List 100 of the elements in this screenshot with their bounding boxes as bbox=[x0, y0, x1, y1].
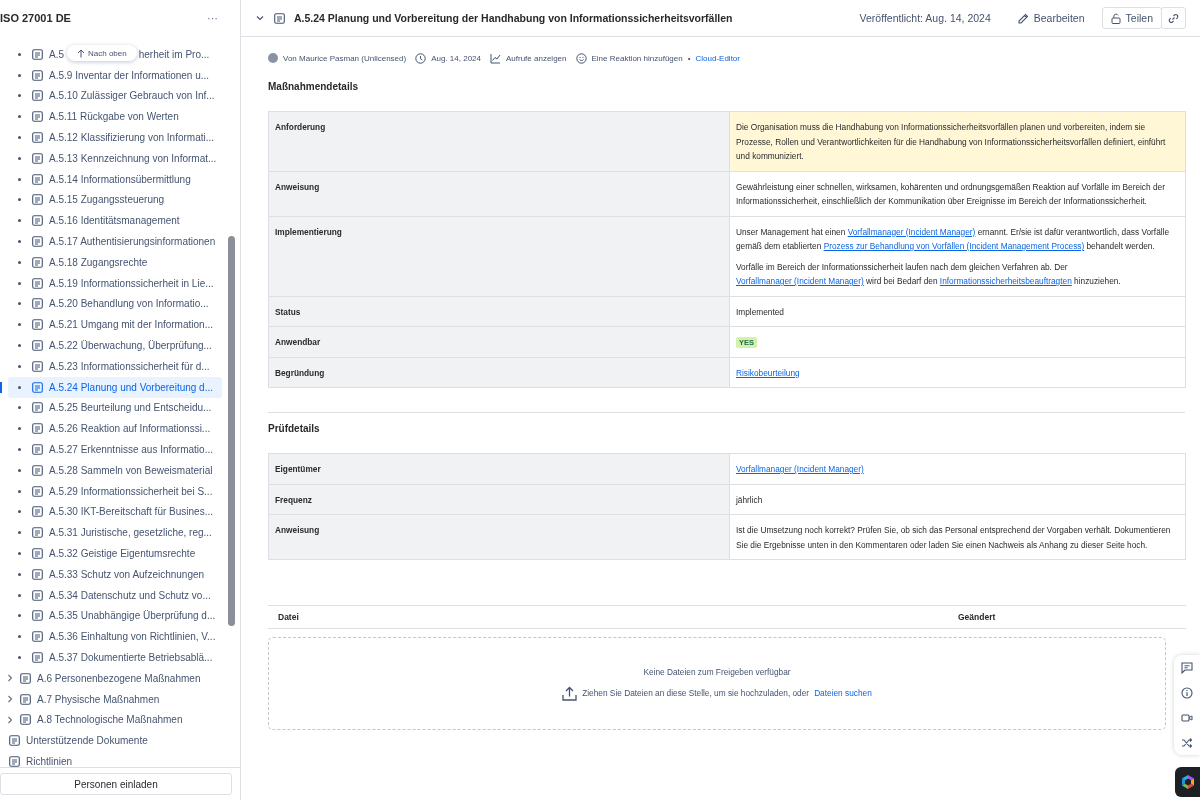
page-icon bbox=[32, 256, 43, 268]
page-tree-item[interactable]: A.5.13 Kennzeichnung von Informat... bbox=[0, 148, 222, 169]
table-header-cell: Anforderung bbox=[268, 111, 730, 171]
page-icon bbox=[32, 132, 43, 144]
page-icon bbox=[32, 402, 43, 414]
bullet-icon bbox=[18, 240, 21, 244]
app-launcher-button[interactable] bbox=[1175, 767, 1200, 797]
page-tree-item[interactable]: A.5.32 Geistige Eigentumsrechte bbox=[0, 543, 222, 564]
bullet-icon bbox=[18, 115, 21, 119]
chevron-down-icon[interactable] bbox=[255, 13, 265, 23]
browse-files-link[interactable]: Dateien suchen bbox=[814, 688, 872, 698]
column-header: Datei bbox=[278, 612, 300, 622]
table-header-cell: Anweisung bbox=[268, 514, 730, 560]
table-header-cell: Eigentümer bbox=[268, 453, 730, 484]
page-tree-item[interactable]: A.5.37 Dokumentierte Betriebsablä... bbox=[0, 647, 222, 668]
page-tree-item[interactable]: A.5.23 Informationssicherheit für d... bbox=[0, 355, 222, 377]
page-tree-item[interactable]: A.5.16 Identitätsmanagement bbox=[0, 210, 222, 232]
page-tree-item[interactable]: A.5.11 Rückgabe von Werten bbox=[0, 106, 222, 128]
page-tree-item[interactable]: Richtlinien bbox=[0, 751, 222, 767]
page-icon bbox=[9, 735, 20, 747]
page-date: Aug. 14, 2024 bbox=[431, 53, 481, 63]
page-icon bbox=[9, 756, 20, 767]
video-icon[interactable] bbox=[1181, 711, 1193, 724]
page-tree-item[interactable]: A.5.10 Zulässiger Gebrauch von Inf... bbox=[0, 85, 222, 107]
page-icon bbox=[32, 423, 43, 435]
inline-link[interactable]: Prozess zur Behandlung von Vorfällen (Incident Management Process) bbox=[823, 241, 1085, 251]
link-icon bbox=[1168, 12, 1179, 24]
page-tree-item[interactable]: A.5.12 Klassifizierung von Informati... bbox=[0, 127, 222, 148]
back-to-top-button[interactable]: Nach oben bbox=[67, 45, 137, 62]
table-header-cell: Frequenz bbox=[268, 484, 730, 515]
chevron-icon[interactable] bbox=[6, 715, 14, 724]
editor-link[interactable]: Cloud-Editor bbox=[695, 53, 740, 63]
chevron-icon[interactable] bbox=[6, 695, 14, 704]
cell-paragraph: Implemented bbox=[736, 305, 785, 319]
table-header-cell: Begründung bbox=[268, 357, 730, 388]
page-tree-item[interactable]: A.5.29 Informationssicherheit bei S... bbox=[0, 480, 222, 502]
page-icon bbox=[32, 610, 43, 622]
smiley-icon bbox=[575, 52, 587, 64]
file-drop-zone[interactable]: Keine Dateien zum Freigeben verfügbar Ziehen Sie Dateien an diese Stelle, um sie hochzuladen, oder Dateien suchen bbox=[268, 637, 1166, 730]
page-icon bbox=[32, 69, 43, 81]
inline-link[interactable]: Risikobeurteilung bbox=[736, 367, 800, 378]
copy-link-button[interactable] bbox=[1161, 7, 1186, 29]
clock-icon bbox=[415, 52, 427, 64]
page-tree-item[interactable]: A.5.30 IKT-Bereitschaft für Busines... bbox=[0, 501, 222, 523]
chevron-icon[interactable] bbox=[6, 674, 14, 683]
page-tree-item[interactable]: A.8 Technologische Maßnahmen bbox=[0, 709, 222, 731]
page-tree-item[interactable]: A.5.35 Unabhängige Überprüfung d... bbox=[0, 605, 222, 627]
page-tree-item[interactable]: Unterstützende Dokumente bbox=[0, 730, 222, 752]
more-button[interactable]: ··· bbox=[207, 12, 218, 24]
page-tree-item[interactable]: A.5.28 Sammeln von Beweismaterial bbox=[0, 459, 222, 481]
page-tree-item[interactable]: A.5.31 Juristische, gesetzliche, reg... bbox=[0, 522, 222, 544]
page-tree-item[interactable]: A.5.21 Umgang mit der Information... bbox=[0, 314, 222, 336]
inline-link[interactable]: Vorfallmanager (Incident Manager) bbox=[736, 464, 864, 474]
section-heading: Maßnahmendetails bbox=[268, 81, 360, 92]
page-tree-item[interactable]: A.6 Personenbezogene Maßnahmen bbox=[0, 667, 222, 689]
page-tree-item[interactable]: A.5.27 Erkenntnisse aus Informatio... bbox=[0, 439, 222, 460]
page-tree-item[interactable]: A.7 Physische Maßnahmen bbox=[0, 688, 222, 710]
page-title: A.5.24 Planung und Vorbereitung der Handhabung von Informationssicherheitsvorfällen bbox=[294, 12, 733, 24]
add-reaction-link[interactable]: Eine Reaktion hinzufügen bbox=[591, 53, 683, 63]
shuffle-icon[interactable] bbox=[1181, 736, 1193, 749]
page-tree-item[interactable]: A.5.14 Informationsübermittlung bbox=[0, 168, 222, 190]
page-icon bbox=[20, 672, 31, 684]
inline-link[interactable]: Vorfallmanager (Incident Manager) bbox=[847, 226, 976, 237]
page-icon bbox=[32, 444, 43, 456]
page-tree-item[interactable]: A.5.36 Einhaltung von Richtlinien, V... bbox=[0, 626, 222, 648]
page-tree-item[interactable]: A.5.22 Überwachung, Überprüfung... bbox=[0, 335, 222, 356]
page-icon bbox=[32, 548, 43, 559]
table-header-cell: Anweisung bbox=[268, 171, 730, 216]
page-tree-item[interactable]: A.5.26 Reaktion auf Informationssi... bbox=[0, 418, 222, 440]
page-icon bbox=[32, 652, 43, 663]
page-icon bbox=[20, 714, 31, 726]
page-tree-item[interactable]: A.5.33 Schutz von Aufzeichnungen bbox=[0, 563, 222, 585]
inline-link[interactable]: Vorfallmanager (Incident Manager) bbox=[736, 276, 864, 286]
hexagon-logo-icon bbox=[1180, 774, 1195, 790]
bullet-icon bbox=[18, 156, 21, 160]
inline-link[interactable]: Informationssicherheitsbeauftragten bbox=[939, 276, 1072, 286]
page-tree-item[interactable]: A.5.9 Inventar der Informationen u... bbox=[0, 64, 222, 86]
bullet-icon bbox=[18, 385, 21, 389]
cell-paragraph: Unser Management hat einen Vorfallmanager (Incident Manager) ernannt. Er/sie ist dafür verantwortlich, dass Vorfälle gemäß dem etablierten Prozess zur Behandlung von Vorfällen (Incident Management Process) behandelt werden. bbox=[736, 225, 1171, 253]
page-tree-item[interactable]: A.5.34 Datenschutz und Schutz vo... bbox=[0, 584, 222, 606]
page-tree-item[interactable]: A.5.18 Zugangsrechte bbox=[0, 251, 222, 273]
bullet-icon bbox=[18, 406, 21, 410]
invite-button[interactable]: Personen einladen bbox=[0, 773, 232, 795]
page-tree-item[interactable]: A.5.25 Beurteilung und Entscheidu... bbox=[0, 397, 222, 419]
scrollbar-thumb[interactable] bbox=[228, 236, 235, 626]
info-icon[interactable] bbox=[1181, 686, 1193, 699]
page-icon bbox=[32, 506, 43, 518]
comment-icon[interactable] bbox=[1181, 661, 1193, 674]
share-button[interactable]: Teilen bbox=[1101, 7, 1162, 29]
column-header: Geändert bbox=[958, 612, 996, 622]
page-tree-item[interactable]: A.5.17 Authentisierungsinformationen bbox=[0, 231, 222, 252]
bullet-icon bbox=[18, 73, 21, 77]
page-tree-item[interactable]: A.5 Nach oben herheit im Pro... bbox=[0, 44, 222, 65]
page-tree-item[interactable]: A.5.15 Zugangssteuerung bbox=[0, 189, 222, 211]
page-tree-item[interactable]: A.5.19 Informationssicherheit in Lie... bbox=[0, 272, 222, 294]
page-icon bbox=[32, 485, 43, 497]
views-link[interactable]: Aufrufe anzeigen bbox=[506, 53, 567, 63]
page-tree-item[interactable]: A.5.20 Behandlung von Informatio... bbox=[0, 293, 222, 315]
bullet-icon bbox=[18, 364, 21, 368]
space-title: ISO 27001 DE bbox=[0, 12, 71, 24]
